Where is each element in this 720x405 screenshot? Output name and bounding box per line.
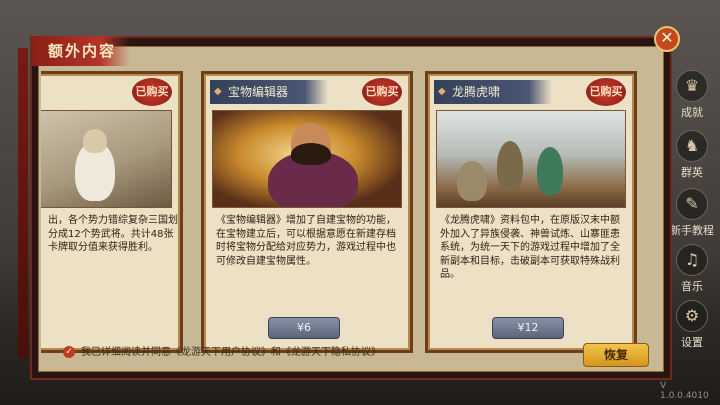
dlc-cards-scroller[interactable]: 已购买 出，各个势力错综复杂三国划分成12个势武将。共计48张卡牌取分值来获得胜…	[41, 67, 669, 357]
dialog-title: 额外内容	[32, 36, 131, 66]
side-item-label: 新手教程	[670, 224, 714, 237]
tutorial-icon: ✎	[676, 188, 708, 220]
general-beard	[291, 143, 331, 165]
gear-icon: ⚙	[676, 300, 708, 332]
dlc-card-art	[212, 110, 402, 208]
purchased-stamp: 已购买	[362, 78, 402, 106]
warrior-figure	[537, 147, 563, 195]
dlc-card[interactable]: 宝物编辑器 已购买 《宝物编辑器》增加了自建宝物的功能，在宝物建立后，可以根据意…	[201, 71, 413, 353]
dlc-card-art	[436, 110, 626, 208]
music-icon: ♫	[676, 244, 708, 276]
dlc-card[interactable]: 龙腾虎啸 已购买 《龙腾虎啸》资料包中，在原版汉末中额外加入了异族侵袭、神兽试炼…	[425, 71, 637, 353]
dlc-card-title: 龙腾虎啸	[434, 80, 552, 104]
dialog-body: 已购买 出，各个势力错综复杂三国划分成12个势武将。共计48张卡牌取分值来获得胜…	[38, 46, 664, 372]
version-label: V 1.0.0.4010	[660, 381, 709, 401]
side-item-achievements[interactable]: ♛ 成就	[668, 70, 716, 120]
dlc-card-description: 出，各个势力错综复杂三国划分成12个势武将。共计48张卡牌取分值来获得胜利。	[48, 215, 178, 253]
extra-content-dialog: 额外内容 ✕ 已购买 出，各个势力错综复杂三国划分成12个势武将。共计48张卡牌…	[18, 26, 680, 380]
agreement-text[interactable]: 我已详细阅读并同意《龙游天下用户协议》和《龙游天下隐私协议》	[81, 347, 381, 358]
side-item-label: 设置	[681, 336, 703, 349]
purchased-stamp: 已购买	[586, 78, 626, 106]
price-button[interactable]: ¥6	[268, 317, 340, 339]
agreement-row: ✓ 我已详细阅读并同意《龙游天下用户协议》和《龙游天下隐私协议》	[63, 345, 381, 361]
trophy-icon: ♛	[676, 70, 708, 102]
heroes-icon: ♞	[676, 130, 708, 162]
warrior-figure	[457, 161, 487, 201]
price-button[interactable]: ¥12	[492, 317, 564, 339]
side-item-label: 音乐	[681, 280, 703, 293]
dlc-card-description: 《龙腾虎啸》资料包中，在原版汉末中额外加入了异族侵袭、神兽试炼、山寨匪患系统，为…	[440, 215, 620, 280]
agreement-checkbox[interactable]: ✓	[63, 346, 75, 358]
side-item-settings[interactable]: ⚙ 设置	[668, 300, 716, 350]
restore-button[interactable]: 恢复	[583, 343, 649, 367]
close-button[interactable]: ✕	[654, 26, 680, 52]
dialog-ornament	[18, 48, 28, 358]
side-item-tutorial[interactable]: ✎ 新手教程	[668, 188, 716, 238]
dlc-card-title: 宝物编辑器	[210, 80, 328, 104]
dlc-card[interactable]: 已购买 出，各个势力错综复杂三国划分成12个势武将。共计48张卡牌取分值来获得胜…	[41, 71, 183, 353]
scholar-head	[83, 129, 107, 153]
warrior-figure	[497, 141, 523, 191]
side-item-label: 群英	[681, 166, 703, 179]
purchased-stamp: 已购买	[132, 78, 172, 106]
side-item-heroes[interactable]: ♞ 群英	[668, 130, 716, 180]
side-item-label: 成就	[681, 106, 703, 119]
dlc-card-description: 《宝物编辑器》增加了自建宝物的功能，在宝物建立后，可以根据意愿在新建存档时将宝物…	[216, 215, 396, 267]
side-item-music[interactable]: ♫ 音乐	[668, 244, 716, 294]
dlc-card-art	[41, 110, 172, 208]
